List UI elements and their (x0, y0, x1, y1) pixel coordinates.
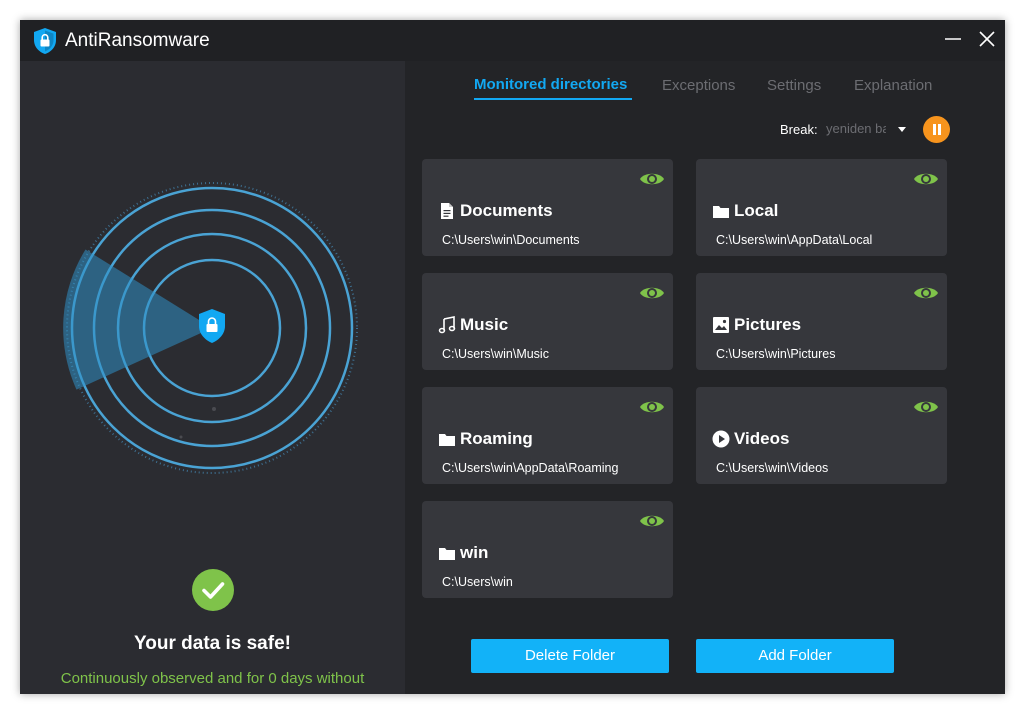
break-label: Break: (780, 122, 818, 137)
folder-icon (713, 206, 729, 218)
directory-card-pictures[interactable]: Pictures C:\Users\win\Pictures (696, 273, 947, 370)
chevron-down-icon (898, 127, 906, 132)
directories-panel (405, 61, 1005, 694)
status-title: Your data is safe! (134, 633, 291, 654)
directory-card-win[interactable]: win C:\Users\win (422, 501, 673, 598)
tab-settings[interactable]: Settings (767, 77, 821, 94)
eye-icon[interactable] (913, 398, 939, 416)
break-dropdown-value: yeniden başlat (826, 121, 886, 136)
directory-path: C:\Users\win\AppData\Roaming (442, 461, 619, 475)
directory-path: C:\Users\win\Videos (716, 461, 829, 475)
tab-explanation[interactable]: Explanation (854, 77, 932, 94)
directory-path: C:\Users\win\Music (442, 347, 549, 361)
active-tab-indicator (474, 98, 632, 100)
break-dropdown[interactable]: yeniden başlat (826, 120, 908, 140)
directory-name: Local (734, 201, 779, 220)
directory-name: Music (460, 315, 509, 334)
close-icon[interactable] (972, 26, 1002, 54)
picture-icon (713, 317, 729, 333)
eye-icon[interactable] (639, 284, 665, 302)
directory-card-videos[interactable]: Videos C:\Users\win\Videos (696, 387, 947, 484)
directory-name: Roaming (460, 429, 533, 448)
status-description: Continuously observed and for 0 days wit… (60, 670, 365, 694)
status-panel: Your data is safe! Continuously observed… (20, 61, 405, 694)
app-window: AntiRansomware Your data is safe! Contin… (20, 20, 1005, 694)
directory-path: C:\Users\win (442, 575, 513, 589)
folder-icon (439, 434, 455, 446)
radar-scan-graphic (63, 182, 358, 474)
directory-card-local[interactable]: Local C:\Users\win\AppData\Local (696, 159, 947, 256)
eye-icon[interactable] (639, 512, 665, 530)
directory-name: Documents (460, 201, 553, 220)
tab-exceptions[interactable]: Exceptions (662, 77, 735, 94)
eye-icon[interactable] (913, 284, 939, 302)
delete-folder-button[interactable]: Delete Folder (471, 639, 669, 673)
tab-monitored-directories[interactable]: Monitored directories (474, 76, 627, 93)
directory-path: C:\Users\win\Documents (442, 233, 580, 247)
directory-path: C:\Users\win\Pictures (716, 347, 836, 361)
eye-icon[interactable] (639, 398, 665, 416)
pause-button[interactable] (923, 116, 950, 143)
play-icon (712, 430, 730, 448)
document-icon (441, 203, 453, 219)
app-title: AntiRansomware (65, 30, 210, 51)
title-bar: AntiRansomware (20, 20, 1005, 61)
shield-lock-icon (34, 28, 56, 54)
directory-card-documents[interactable]: Documents C:\Users\win\Documents (422, 159, 673, 256)
minimize-icon[interactable] (938, 26, 968, 54)
eye-icon[interactable] (913, 170, 939, 188)
directory-name: win (460, 543, 489, 562)
folder-icon (439, 548, 455, 560)
directory-name: Videos (734, 429, 790, 448)
directory-card-music[interactable]: Music C:\Users\win\Music (422, 273, 673, 370)
safe-check-icon (192, 569, 234, 611)
directory-name: Pictures (734, 315, 802, 334)
directory-path: C:\Users\win\AppData\Local (716, 233, 873, 247)
add-folder-button[interactable]: Add Folder (696, 639, 894, 673)
music-icon (438, 316, 456, 334)
eye-icon[interactable] (639, 170, 665, 188)
directory-card-roaming[interactable]: Roaming C:\Users\win\AppData\Roaming (422, 387, 673, 484)
